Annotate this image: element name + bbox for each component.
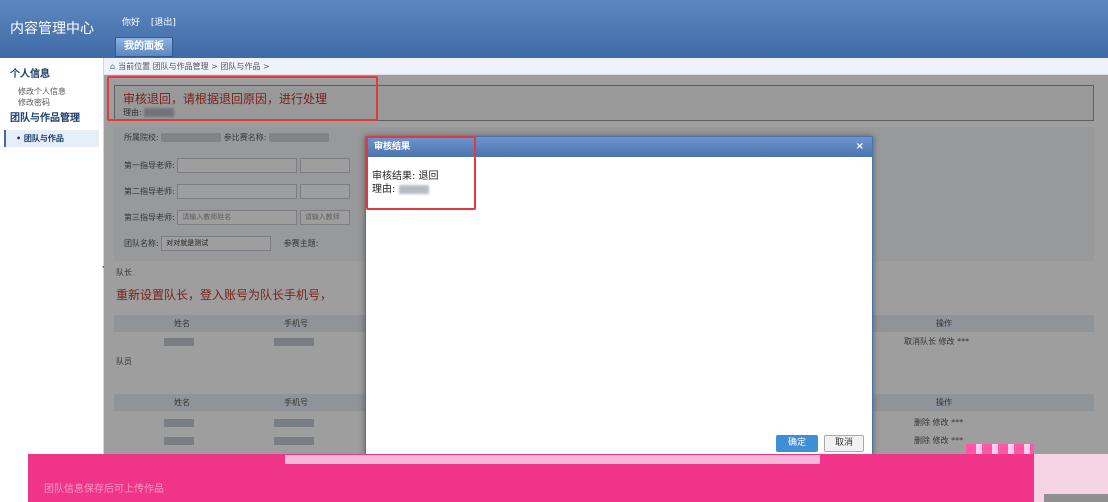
- highlight-box: [366, 136, 476, 210]
- banner-corner: [1044, 494, 1108, 502]
- sidebar-section-personal: 个人信息: [10, 69, 50, 80]
- app-title: 内容管理中心: [10, 21, 94, 37]
- banner-decoration: [966, 444, 1034, 454]
- sidebar-item-change-password[interactable]: 修改密码: [0, 97, 103, 108]
- close-icon[interactable]: ×: [856, 137, 864, 157]
- banner-text: 团队信息保存后可上传作品: [44, 484, 164, 495]
- sidebar-section-team: 团队与作品管理: [10, 113, 80, 124]
- breadcrumb: ⌂ 当前位置 团队与作品管理 > 团队与作品 >: [104, 58, 1108, 75]
- greeting-area: 你好 [退出]: [122, 15, 184, 28]
- bullet-icon: •: [16, 134, 24, 143]
- sidebar: 个人信息 修改个人信息 修改密码 团队与作品管理 • 团队与作品: [0, 58, 104, 502]
- sidebar-item-edit-profile[interactable]: 修改个人信息: [0, 86, 103, 97]
- breadcrumb-text: 当前位置 团队与作品管理 > 团队与作品 >: [118, 62, 270, 71]
- banner-strip: [285, 455, 820, 464]
- cancel-button[interactable]: 取消: [824, 435, 864, 452]
- tab-my-panel[interactable]: 我的面板: [115, 37, 173, 57]
- logout-link[interactable]: [退出]: [151, 18, 176, 28]
- sidebar-item-team-works[interactable]: • 团队与作品: [4, 130, 99, 147]
- dialog-footer: 确定 取消: [776, 435, 864, 452]
- top-header: 内容管理中心 你好 [退出] 我的面板: [0, 0, 1108, 58]
- home-icon[interactable]: ⌂: [110, 62, 115, 71]
- highlight-box: [107, 76, 378, 121]
- greeting-text: 你好: [122, 18, 141, 28]
- sidebar-item-label: 团队与作品: [23, 134, 64, 143]
- ok-button[interactable]: 确定: [776, 435, 818, 452]
